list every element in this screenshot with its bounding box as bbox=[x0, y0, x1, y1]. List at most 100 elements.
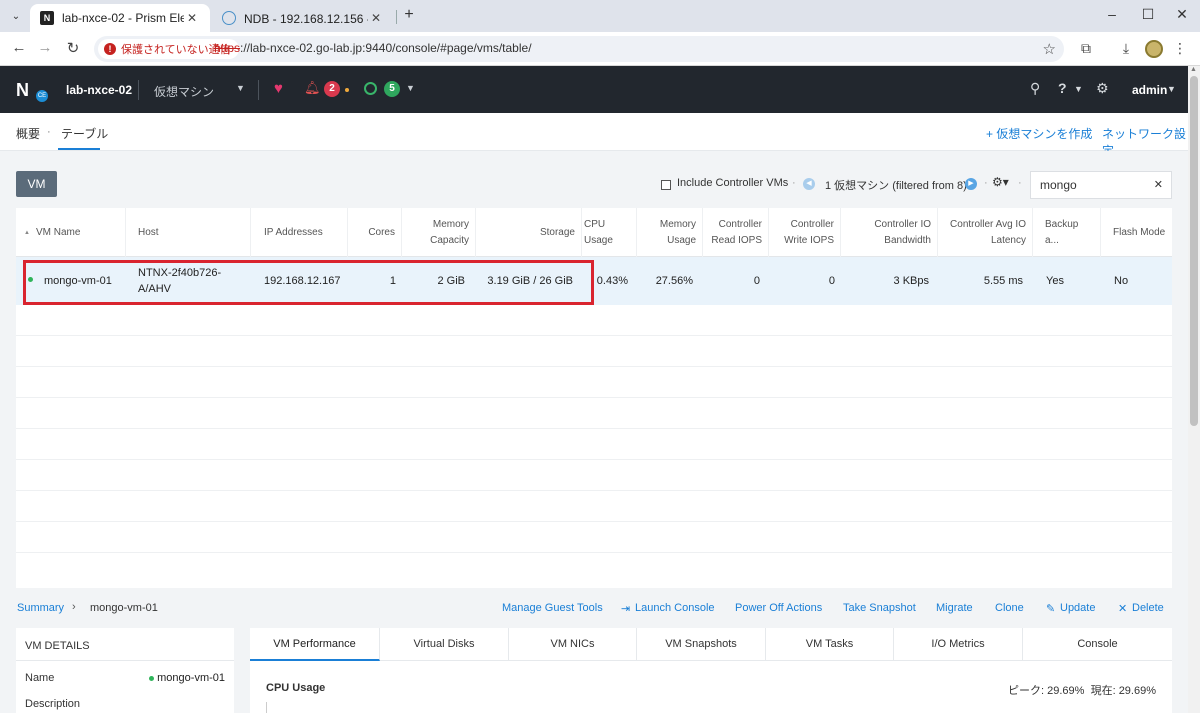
view-selector[interactable]: 仮想マシン bbox=[154, 83, 214, 100]
task-status-ring-icon[interactable] bbox=[364, 82, 377, 95]
column-header-cores[interactable]: Cores bbox=[348, 208, 402, 257]
omnibox[interactable]: ! 保護されていない通信 https://lab-nxce-02.go-lab.… bbox=[94, 36, 1064, 62]
column-header-cpu-usage[interactable]: CPU Usage bbox=[582, 208, 637, 257]
migrate-button[interactable]: Migrate bbox=[936, 602, 973, 614]
next-page-icon[interactable]: ▶ bbox=[965, 178, 977, 190]
column-header-flash-mode[interactable]: Flash Mode bbox=[1101, 208, 1172, 257]
column-header-storage[interactable]: Storage bbox=[476, 208, 582, 257]
search-icon[interactable]: ⚲ bbox=[1030, 80, 1040, 97]
vm-search-box[interactable]: ✕ bbox=[1030, 171, 1172, 199]
tab-vm-performance[interactable]: VM Performance bbox=[250, 628, 380, 661]
alert-bell-icon[interactable]: 🔔︎ bbox=[304, 80, 321, 96]
toolbar-separator: · bbox=[1018, 177, 1022, 189]
alert-count-badge[interactable]: 2 bbox=[324, 81, 340, 97]
scroll-up-arrow-icon[interactable]: ▲ bbox=[1190, 66, 1197, 73]
chevron-down-icon[interactable]: ▼ bbox=[1167, 84, 1176, 94]
extensions-puzzle-icon[interactable]: ⧉ bbox=[1076, 40, 1096, 60]
cpu-usage-stats: ピーク: 29.69% 現在: 29.69% bbox=[1008, 682, 1156, 698]
column-header-memory-capacity[interactable]: Memory Capacity bbox=[402, 208, 476, 257]
vm-filter-button[interactable]: VM bbox=[16, 171, 57, 197]
cell-backup: Yes bbox=[1046, 275, 1064, 287]
tab-search-chevron-icon[interactable]: ⌄ bbox=[6, 6, 26, 26]
toolbar-separator: · bbox=[792, 177, 796, 189]
include-controller-vms-checkbox[interactable] bbox=[661, 180, 671, 190]
update-button[interactable]: Update bbox=[1060, 602, 1095, 614]
column-header-controller-read-iops[interactable]: Controller Read IOPS bbox=[703, 208, 769, 257]
launch-console-button[interactable]: Launch Console bbox=[635, 602, 715, 614]
gear-icon[interactable]: ⚙ bbox=[1096, 80, 1109, 97]
column-header-vm-name[interactable]: ▲ VM Name bbox=[16, 208, 126, 257]
chevron-down-icon[interactable]: ▼ bbox=[406, 83, 415, 93]
summary-bar: Summary › mongo-vm-01 Manage Guest Tools… bbox=[0, 591, 1188, 621]
column-header-ip-addresses[interactable]: IP Addresses bbox=[251, 208, 348, 257]
column-header-controller-io-bandwidth[interactable]: Controller IO Bandwidth bbox=[841, 208, 938, 257]
tab-overview[interactable]: 概要 bbox=[16, 125, 40, 142]
cell-flash-mode: No bbox=[1114, 275, 1129, 287]
create-vm-link[interactable]: + 仮想マシンを作成 bbox=[986, 125, 1092, 142]
column-header-controller-write-iops[interactable]: Controller Write IOPS bbox=[769, 208, 841, 257]
page-scrollbar[interactable]: ▲ bbox=[1188, 66, 1200, 713]
reload-icon[interactable]: ↻ bbox=[62, 39, 84, 59]
cpu-peak: ピーク: 29.69% bbox=[1008, 685, 1085, 697]
clone-button[interactable]: Clone bbox=[995, 602, 1024, 614]
take-snapshot-button[interactable]: Take Snapshot bbox=[843, 602, 916, 614]
ndb-favicon-icon bbox=[222, 11, 236, 25]
vm-search-input[interactable] bbox=[1031, 172, 1151, 198]
user-menu[interactable]: admin bbox=[1132, 83, 1167, 97]
url-path: ://lab-nxce-02.go-lab.jp:9440/console/#p… bbox=[240, 41, 532, 55]
delete-button[interactable]: Delete bbox=[1132, 602, 1164, 614]
manage-guest-tools-button[interactable]: Manage Guest Tools bbox=[502, 602, 603, 614]
column-header-memory-usage[interactable]: Memory Usage bbox=[637, 208, 703, 257]
pencil-icon[interactable]: ✎ bbox=[1046, 602, 1055, 615]
cell-controller-io-bandwidth: 3 KBps bbox=[893, 275, 929, 287]
search-clear-icon[interactable]: ✕ bbox=[1154, 178, 1163, 191]
previous-page-icon[interactable]: ◀ bbox=[803, 178, 815, 190]
tab-vm-nics[interactable]: VM NICs bbox=[509, 628, 637, 661]
tab-close-icon[interactable]: ✕ bbox=[368, 11, 384, 25]
column-header-backup[interactable]: Backup a... bbox=[1033, 208, 1101, 257]
chevron-down-icon[interactable]: ▼ bbox=[236, 83, 245, 93]
highlight-annotation-box bbox=[23, 260, 594, 305]
summary-link[interactable]: Summary bbox=[17, 602, 64, 614]
forward-arrow-icon[interactable]: → bbox=[34, 39, 56, 59]
name-label: Name bbox=[25, 672, 55, 684]
new-tab-plus-icon[interactable]: + bbox=[400, 6, 418, 26]
profile-avatar[interactable] bbox=[1145, 40, 1163, 58]
column-header-controller-avg-io-latency[interactable]: Controller Avg IO Latency bbox=[938, 208, 1033, 257]
power-off-actions-button[interactable]: Power Off Actions bbox=[735, 602, 822, 614]
warning-icon: ! bbox=[104, 43, 116, 55]
tab-io-metrics[interactable]: I/O Metrics bbox=[894, 628, 1023, 661]
column-header-host[interactable]: Host bbox=[126, 208, 251, 257]
cluster-name[interactable]: lab-nxce-02 bbox=[66, 83, 132, 97]
minimize-icon[interactable]: – bbox=[1094, 6, 1130, 26]
bookmark-star-icon[interactable]: ☆ bbox=[1043, 40, 1056, 58]
tab-virtual-disks[interactable]: Virtual Disks bbox=[380, 628, 509, 661]
browser-menu-icon[interactable]: ⋮ bbox=[1170, 40, 1190, 60]
toolbar-separator: · bbox=[984, 177, 988, 189]
help-question-icon[interactable]: ? bbox=[1058, 80, 1067, 96]
browser-tab-prism[interactable]: N lab-nxce-02 - Prism Element ✕ bbox=[30, 4, 210, 32]
window-close-icon[interactable]: ✕ bbox=[1164, 6, 1200, 26]
tab-console[interactable]: Console bbox=[1023, 628, 1172, 661]
table-settings-gear-icon[interactable]: ⚙▾ bbox=[992, 175, 1009, 189]
back-arrow-icon[interactable]: ← bbox=[8, 39, 30, 59]
delete-x-icon[interactable]: ✕ bbox=[1118, 602, 1127, 615]
tab-close-icon[interactable]: ✕ bbox=[184, 11, 200, 25]
include-controller-vms-label[interactable]: Include Controller VMs bbox=[677, 177, 788, 189]
nutanix-ce-logo-icon[interactable]: N CE bbox=[16, 81, 48, 102]
divider bbox=[16, 660, 234, 661]
chevron-down-icon[interactable]: ▼ bbox=[1074, 84, 1083, 94]
launch-console-icon[interactable]: ⇥ bbox=[621, 602, 630, 615]
scroll-thumb[interactable] bbox=[1190, 76, 1198, 426]
tab-title: lab-nxce-02 - Prism Element bbox=[62, 11, 184, 25]
maximize-icon[interactable]: ☐ bbox=[1130, 6, 1166, 26]
health-heart-icon[interactable]: ♥ bbox=[274, 80, 283, 97]
tab-vm-tasks[interactable]: VM Tasks bbox=[766, 628, 894, 661]
browser-tab-ndb[interactable]: NDB - 192.168.12.156 - ダッシュボ ✕ bbox=[212, 4, 394, 32]
task-count-badge[interactable]: 5 bbox=[384, 81, 400, 97]
url-text[interactable]: https://lab-nxce-02.go-lab.jp:9440/conso… bbox=[214, 41, 532, 55]
download-icon[interactable]: ⤓ bbox=[1116, 40, 1136, 60]
tab-vm-snapshots[interactable]: VM Snapshots bbox=[637, 628, 766, 661]
cell-controller-avg-io-latency: 5.55 ms bbox=[983, 275, 1023, 287]
tab-table[interactable]: テーブル bbox=[61, 125, 108, 142]
